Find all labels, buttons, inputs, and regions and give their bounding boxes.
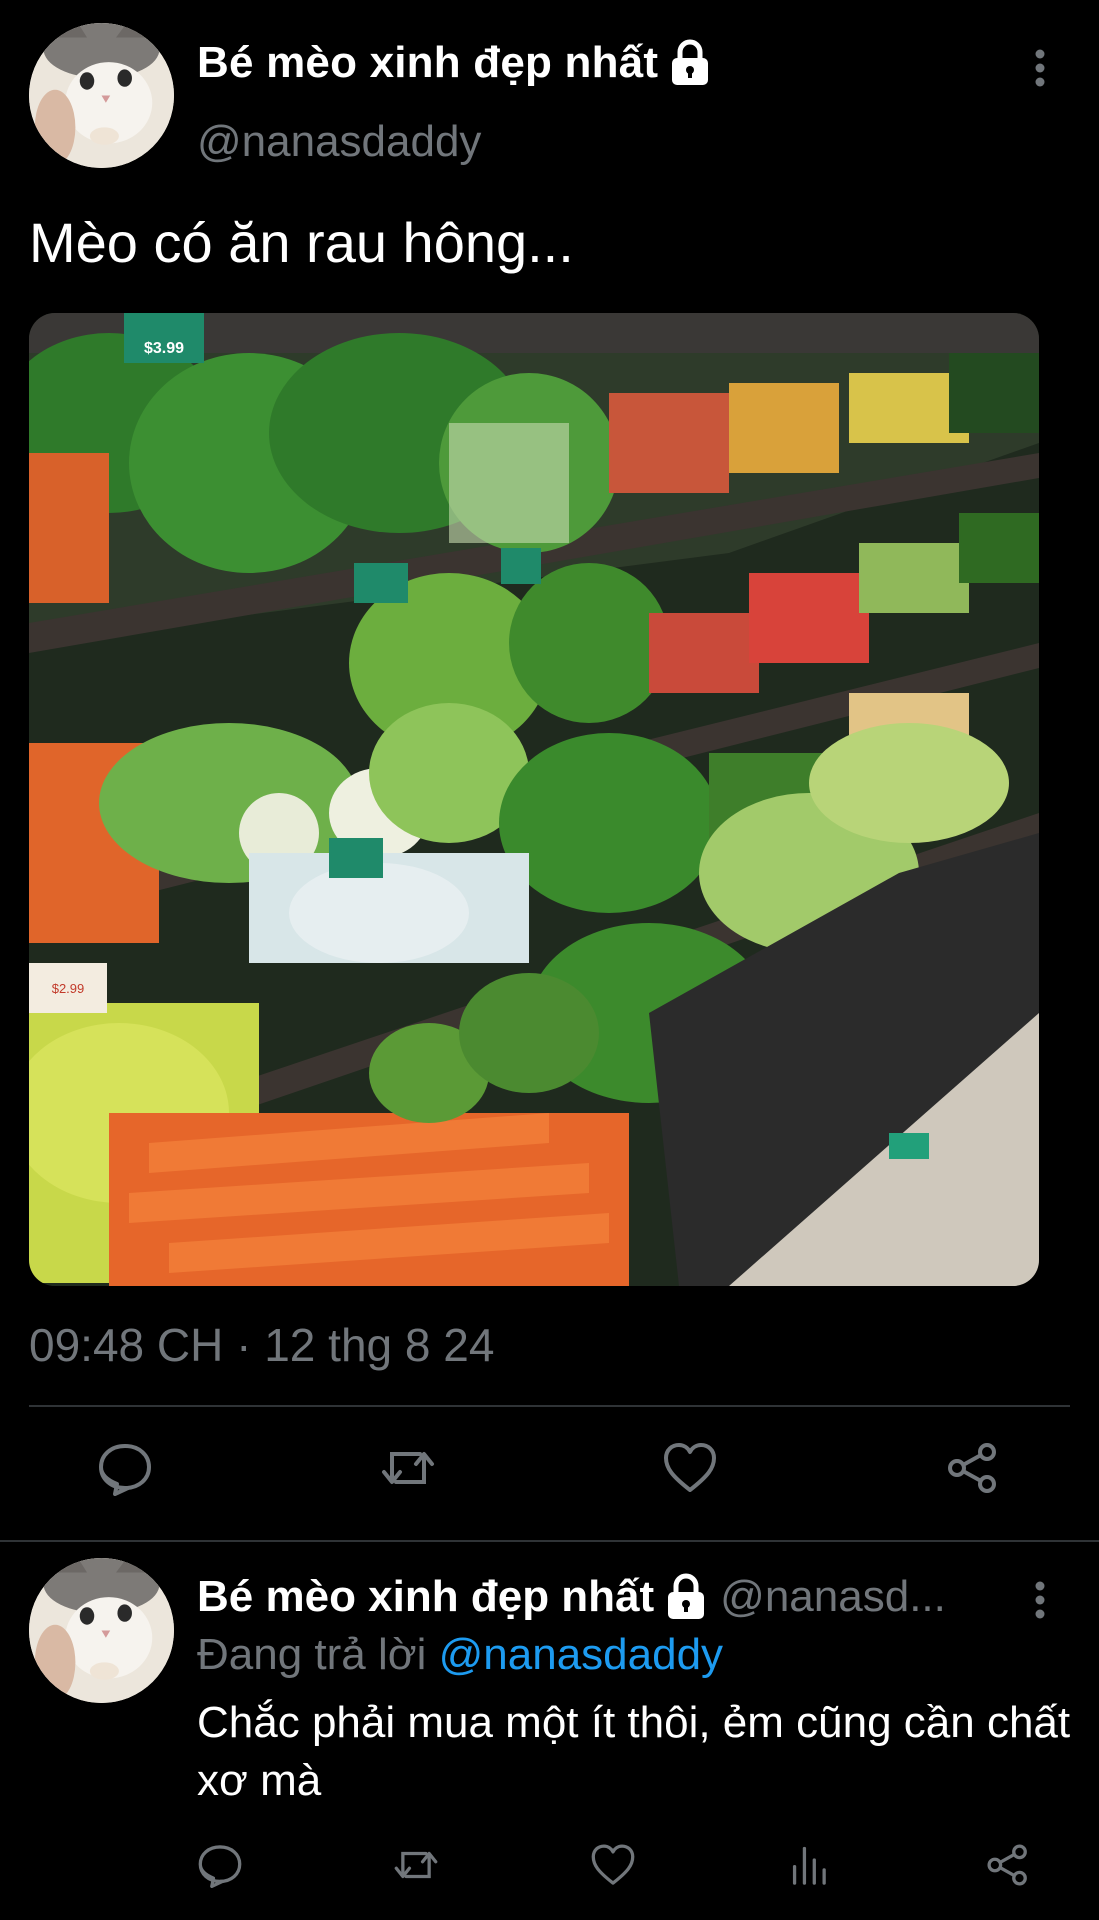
author-handle[interactable]: @nanasdaddy xyxy=(197,117,481,167)
share-icon xyxy=(948,1443,996,1493)
avatar[interactable] xyxy=(29,1558,174,1703)
tweet-text: Mèo có ăn rau hông... xyxy=(29,211,574,274)
lock-icon xyxy=(668,39,712,87)
tweet-media-image[interactable]: $3.99 $2.99 xyxy=(29,313,1039,1286)
author-name[interactable]: Bé mèo xinh đẹp nhất xyxy=(197,1572,654,1622)
share-icon xyxy=(987,1844,1027,1886)
avatar[interactable] xyxy=(29,23,174,168)
like-icon xyxy=(664,1443,716,1492)
share-button[interactable] xyxy=(985,1842,1031,1888)
reply-button[interactable] xyxy=(197,1842,243,1888)
views-button[interactable] xyxy=(788,1842,834,1888)
divider xyxy=(29,1405,1070,1407)
author-handle[interactable]: @nanasd... xyxy=(720,1572,946,1622)
more-vertical-icon[interactable] xyxy=(1022,1578,1058,1622)
like-button[interactable] xyxy=(662,1440,718,1496)
reply-tweet[interactable]: Bé mèo xinh đẹp nhất @nanasd... Đang trả… xyxy=(0,1542,1099,1920)
reply-button[interactable] xyxy=(97,1440,153,1496)
more-vertical-icon[interactable] xyxy=(1022,46,1058,90)
lock-icon xyxy=(664,1573,708,1621)
author-name-row[interactable]: Bé mèo xinh đẹp nhất xyxy=(197,38,712,88)
tweet-actions xyxy=(0,1440,1099,1504)
tweet-timestamp[interactable]: 09:48 CH · 12 thg 8 24 xyxy=(29,1318,494,1372)
like-icon xyxy=(591,1844,635,1885)
retweet-icon xyxy=(382,1452,434,1484)
replying-to: Đang trả lời @nanasdaddy xyxy=(197,1630,723,1680)
retweet-button[interactable] xyxy=(393,1842,439,1888)
retweet-button[interactable] xyxy=(380,1440,436,1496)
replying-prefix: Đang trả lời xyxy=(197,1630,427,1679)
price-tag: $2.99 xyxy=(52,981,85,996)
mention-link[interactable]: @nanasdaddy xyxy=(439,1630,723,1679)
main-tweet: Bé mèo xinh đẹp nhất @nanasdaddy Mèo có … xyxy=(0,0,1099,1542)
like-button[interactable] xyxy=(590,1842,636,1888)
price-tag: $3.99 xyxy=(144,340,184,357)
share-button[interactable] xyxy=(945,1440,1001,1496)
views-icon xyxy=(792,1846,826,1885)
reply-header: Bé mèo xinh đẹp nhất @nanasd... xyxy=(197,1572,997,1622)
reply-icon xyxy=(198,1845,242,1888)
reply-icon xyxy=(99,1444,152,1496)
reply-text: Chắc phải mua một ít thôi, ẻm cũng cần c… xyxy=(197,1698,1071,1805)
author-name[interactable]: Bé mèo xinh đẹp nhất xyxy=(197,38,658,88)
reply-actions xyxy=(0,1842,1099,1898)
retweet-icon xyxy=(394,1851,438,1879)
